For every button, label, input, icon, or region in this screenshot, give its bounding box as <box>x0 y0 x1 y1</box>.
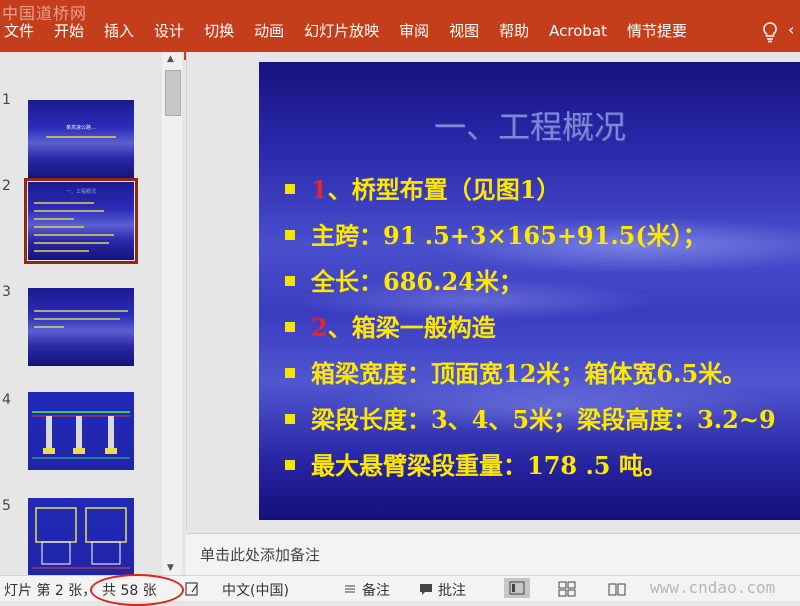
bullet-text: 1、桥型布置（见图1） <box>311 174 560 206</box>
thumb-number: 5 <box>2 498 11 514</box>
bridge-drawing-icon <box>32 411 130 459</box>
tab-slideshow[interactable]: 幻灯片放映 <box>294 18 389 44</box>
thumb-line <box>34 226 84 228</box>
lightbulb-icon[interactable] <box>758 20 782 44</box>
ribbon-tabs: 文件 开始 插入 设计 切换 动画 幻灯片放映 审阅 视图 帮助 Acrobat… <box>0 18 697 44</box>
tab-insert[interactable]: 插入 <box>94 18 144 44</box>
thumb-number: 2 <box>2 178 11 194</box>
slide-editing-area: 一、工程概况 1、桥型布置（见图1） 主跨：91 .5+3×165+91.5(米… <box>186 52 800 530</box>
bullet-text: 2、箱梁一般构造 <box>311 312 496 344</box>
thumb-number: 1 <box>2 92 11 108</box>
bullet-label: 、箱梁一般构造 <box>327 313 496 342</box>
slide-thumbnail-1[interactable]: 某高速公路… <box>28 100 134 178</box>
scroll-thumb[interactable] <box>165 70 181 116</box>
bullet-label: 梁段长度：3、4、5米；梁段高度：3.2~9 <box>311 405 776 434</box>
scroll-up-icon[interactable]: ▲ <box>167 54 174 64</box>
bullet-label: 、桥型布置（见图1） <box>327 175 561 204</box>
bullet-number: 1 <box>311 175 328 204</box>
thumb-line <box>34 202 94 204</box>
box-girder-drawing-icon <box>32 507 130 569</box>
thumb-line <box>34 250 89 252</box>
tab-file[interactable]: 文件 <box>0 18 44 44</box>
thumb-line <box>46 136 116 138</box>
thumb-title: 一、工程概况 <box>65 189 96 195</box>
bullet-label: 箱梁宽度：顶面宽12米；箱体宽6.5米。 <box>311 359 747 388</box>
normal-view-icon[interactable] <box>504 578 530 598</box>
thumb-line <box>34 310 128 312</box>
thumb-line <box>34 210 104 212</box>
status-bar: 灯片 第 2 张， 共 58 张 中文(中国) 备注 批注 www.cndao.… <box>0 574 800 606</box>
slide-thumbnail-2[interactable]: 一、工程概况 <box>24 178 138 264</box>
tab-storyboard[interactable]: 情节提要 <box>617 18 697 44</box>
notes-icon[interactable] <box>342 581 358 601</box>
thumb-number: 4 <box>2 392 11 408</box>
bullet-marker <box>285 230 295 240</box>
highlight-circle <box>90 574 184 606</box>
bullet-marker <box>285 322 295 332</box>
tab-design[interactable]: 设计 <box>144 18 194 44</box>
slide-thumbnail-5[interactable] <box>28 498 134 576</box>
bullet-marker <box>285 414 295 424</box>
tab-help[interactable]: 帮助 <box>489 18 539 44</box>
bullet-label: 主跨：91 .5+3×165+91.5(米）； <box>311 221 707 250</box>
slide-thumbnail-pane: 1 某高速公路… 2 一、工程概况 3 4 5 ▲ ▼ <box>0 52 184 576</box>
bullet-number: 2 <box>311 313 328 342</box>
thumb-line <box>34 234 114 236</box>
slide-thumbnail-4[interactable] <box>28 392 134 470</box>
reading-view-icon[interactable] <box>608 581 626 601</box>
thumb-line <box>34 242 109 244</box>
thumb-line <box>34 326 64 328</box>
bullet-marker <box>285 368 295 378</box>
notes-button[interactable]: 备注 <box>362 580 390 600</box>
bullet-marker <box>285 184 295 194</box>
thumb-number: 3 <box>2 284 11 300</box>
spellcheck-icon[interactable] <box>184 581 200 601</box>
notes-pane[interactable]: 单击此处添加备注 <box>186 533 800 576</box>
slide-thumbnail-3[interactable] <box>28 288 134 366</box>
notes-placeholder[interactable]: 单击此处添加备注 <box>200 544 320 565</box>
ribbon: 中国道桥网 文件 开始 插入 设计 切换 动画 幻灯片放映 审阅 视图 帮助 A… <box>0 0 800 60</box>
bullet-marker <box>285 276 295 286</box>
tab-animations[interactable]: 动画 <box>244 18 294 44</box>
slide-sorter-icon[interactable] <box>558 581 576 601</box>
bullet-label: 全长：686.24米； <box>311 267 523 296</box>
scroll-down-icon[interactable]: ▼ <box>167 563 174 573</box>
tab-transitions[interactable]: 切换 <box>194 18 244 44</box>
bullet-label: 最大悬臂梁段重量：178 .5 吨。 <box>311 451 667 480</box>
ribbon-more-icon[interactable]: ‹ <box>788 20 794 39</box>
slide-title[interactable]: 一、工程概况 <box>259 102 800 148</box>
thumbnail-scrollbar[interactable]: ▲ ▼ <box>162 52 182 575</box>
thumb-line <box>34 218 74 220</box>
bullet-marker <box>285 460 295 470</box>
thumb-line <box>34 318 120 320</box>
tab-review[interactable]: 审阅 <box>389 18 439 44</box>
current-slide[interactable]: 一、工程概况 1、桥型布置（见图1） 主跨：91 .5+3×165+91.5(米… <box>259 62 800 520</box>
comment-icon[interactable] <box>418 581 434 601</box>
tab-home[interactable]: 开始 <box>44 18 94 44</box>
slide-position: 灯片 第 2 张， <box>4 583 97 599</box>
thumb-title: 某高速公路… <box>65 125 96 131</box>
language-indicator[interactable]: 中文(中国) <box>222 580 289 600</box>
tab-view[interactable]: 视图 <box>439 18 489 44</box>
watermark-bottom: www.cndao.com <box>650 578 776 597</box>
comments-button[interactable]: 批注 <box>438 580 466 600</box>
tab-acrobat[interactable]: Acrobat <box>539 18 617 44</box>
